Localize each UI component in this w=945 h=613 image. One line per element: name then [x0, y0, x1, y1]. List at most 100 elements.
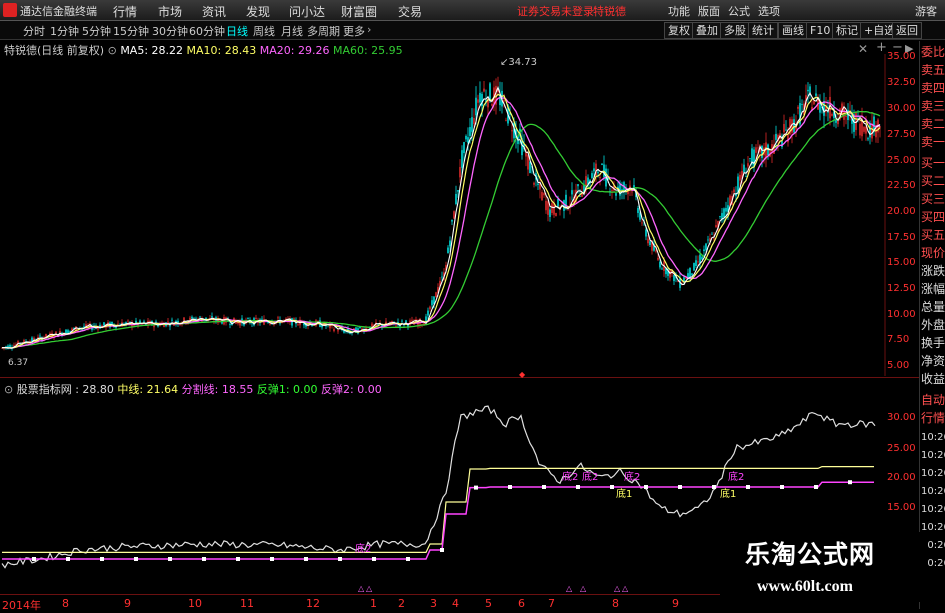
menu-layout[interactable]: 版面	[698, 3, 720, 19]
candle-body	[293, 318, 295, 320]
ma5-line	[1, 85, 881, 349]
candle-body	[845, 115, 847, 118]
candle-body	[401, 320, 403, 322]
split-marker	[678, 485, 682, 489]
price-tick: 22.50	[887, 180, 916, 191]
tick-time: 10:26	[921, 468, 945, 479]
candle-body	[525, 152, 527, 157]
bottom-signal-label: 底2	[355, 542, 371, 555]
candle-body	[787, 135, 789, 143]
auto-quote-toggle[interactable]: 自动	[921, 393, 945, 407]
period-15min[interactable]: 15分钟	[113, 23, 149, 39]
multi-stock-button[interactable]: 多股	[720, 22, 750, 39]
login-notice[interactable]: 证券交易未登录	[517, 3, 594, 19]
split-marker	[202, 557, 206, 561]
stats-button[interactable]: 统计	[748, 22, 778, 39]
f10-button[interactable]: F10	[806, 22, 835, 39]
bottom-signal-label: 底2	[562, 470, 578, 483]
menu-ask[interactable]: 问小达	[289, 3, 325, 20]
menu-wealth[interactable]: 财富圈	[341, 3, 377, 20]
candle-body	[593, 168, 595, 172]
candle-body	[621, 189, 623, 191]
candle-body	[549, 209, 551, 217]
panel-label: 买三	[921, 192, 945, 206]
ma60-line	[1, 110, 881, 349]
candle-body	[511, 130, 513, 132]
candle-body	[657, 257, 659, 260]
period-toolbar: 分时 1分钟 5分钟 15分钟 30分钟 60分钟 日线 周线 月线 多周期 更…	[0, 21, 945, 40]
candle-body	[435, 292, 437, 298]
candle-body	[225, 317, 227, 323]
bottom-signal-label: 底1	[720, 487, 736, 500]
candle-body	[579, 196, 581, 198]
menu-market[interactable]: 市场	[158, 3, 182, 20]
x-tick: 10	[188, 597, 202, 610]
period-monthly[interactable]: 月线	[281, 23, 303, 39]
candle-body	[405, 320, 407, 323]
menu-function[interactable]: 功能	[668, 3, 690, 19]
candle-body	[859, 123, 861, 136]
adjust-button[interactable]: 复权	[664, 22, 694, 39]
candle-body	[453, 211, 455, 219]
candle-body	[199, 316, 201, 318]
candle-body	[747, 163, 749, 167]
candle-body	[689, 267, 691, 278]
candle-body	[649, 241, 651, 246]
panel-label: 换手	[921, 336, 945, 350]
more-chevron-icon[interactable]: ›	[367, 23, 371, 36]
candle-body	[211, 316, 213, 318]
candle-body	[711, 233, 713, 235]
candle-body	[557, 198, 559, 207]
period-1min[interactable]: 1分钟	[50, 23, 79, 39]
candle-body	[673, 275, 675, 282]
menu-news[interactable]: 资讯	[202, 3, 226, 20]
period-daily[interactable]: 日线	[226, 23, 248, 39]
divider-marker-icon: ◆	[519, 370, 526, 379]
candle-body	[693, 262, 695, 271]
period-more[interactable]: 更多	[343, 23, 365, 39]
price-tick: 15.00	[887, 257, 916, 268]
split-marker	[712, 485, 716, 489]
candle-body	[451, 219, 453, 222]
candle-body	[677, 281, 679, 283]
candle-body	[551, 203, 553, 213]
period-intraday[interactable]: 分时	[23, 23, 45, 39]
menu-trade[interactable]: 交易	[398, 3, 422, 20]
overlay-button[interactable]: 叠加	[692, 22, 722, 39]
menu-formula[interactable]: 公式	[728, 3, 750, 19]
panel-label: 卖四	[921, 81, 945, 95]
indicator-tick: 25.00	[887, 443, 916, 454]
panel-label: 卖二	[921, 117, 945, 131]
bottom-signal-label: 底1	[616, 487, 632, 500]
mark-button[interactable]: 标记	[832, 22, 862, 39]
period-multi[interactable]: 多周期	[307, 23, 340, 39]
candle-body	[463, 142, 465, 154]
candle-body	[749, 158, 751, 159]
menu-quotes[interactable]: 行情	[113, 3, 137, 20]
period-60min[interactable]: 60分钟	[189, 23, 225, 39]
kline-chart[interactable]	[0, 54, 919, 376]
menu-options[interactable]: 选项	[758, 3, 780, 19]
split-marker	[168, 557, 172, 561]
candle-body	[545, 200, 547, 211]
candle-body	[111, 321, 113, 325]
period-weekly[interactable]: 周线	[253, 23, 275, 39]
candle-body	[537, 183, 539, 186]
draw-button[interactable]: 画线	[778, 22, 808, 39]
menu-discover[interactable]: 发现	[246, 3, 270, 20]
zoom-in-icon[interactable]: +	[876, 40, 887, 55]
x-tick: 1	[370, 597, 377, 610]
price-tick: 10.00	[887, 309, 916, 320]
period-5min[interactable]: 5分钟	[82, 23, 111, 39]
period-30min[interactable]: 30分钟	[152, 23, 188, 39]
ma20-line	[1, 96, 881, 349]
signal-triangle-icon: △	[566, 584, 573, 593]
panel-label: 现价	[921, 246, 945, 260]
panel-label: 卖五	[921, 63, 945, 77]
auto-quote-toggle[interactable]: 行情	[921, 411, 945, 425]
indicator-tick: 30.00	[887, 412, 916, 423]
split-marker	[270, 557, 274, 561]
candle-body	[697, 261, 699, 263]
panel-label: 净资	[921, 354, 945, 368]
candle-body	[571, 190, 573, 195]
